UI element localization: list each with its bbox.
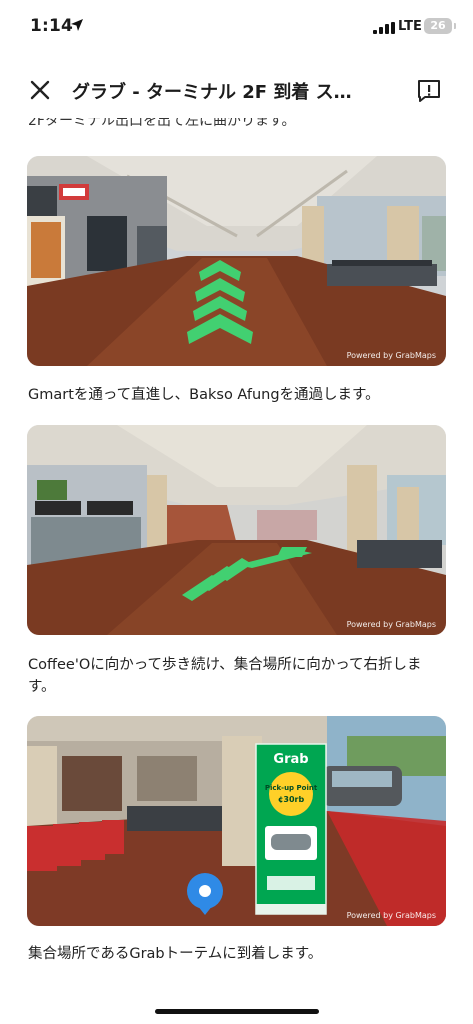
nav-header: グラブ - ターミナル 2F 到着 ス…: [0, 62, 473, 118]
report-icon[interactable]: [414, 76, 444, 106]
battery-level: 26: [430, 19, 446, 32]
step-3-text: 集合場所であるGrabトーテムに到着します。: [28, 946, 323, 962]
battery-icon: 26: [424, 18, 452, 34]
step-0-text-partial: 2Fターミナル出口を出て左に曲がります。: [28, 118, 296, 129]
image-credit: Powered by GrabMaps: [346, 911, 436, 920]
close-icon[interactable]: [26, 76, 54, 104]
step-1-photo: Powered by GrabMaps: [27, 156, 446, 366]
totem-price: ¢30rb: [278, 795, 305, 804]
cellular-signal-icon: [373, 22, 395, 34]
status-bar: 1:14 LTE 26: [0, 0, 473, 50]
directions-list[interactable]: 2Fターミナル出口を出て左に曲がります。 Powered by GrabMaps…: [0, 118, 473, 1008]
image-credit: Powered by GrabMaps: [346, 620, 436, 629]
page-title: グラブ - ターミナル 2F 到着 ス…: [72, 82, 352, 103]
step-3-photo: Grab Pick-up Point ¢30rb Powered by Grab…: [27, 716, 446, 926]
battery-cap: [454, 23, 456, 29]
step-1-text: Gmartを通って直進し、Bakso Afungを通過します。: [28, 387, 380, 403]
status-time: 1:14: [30, 16, 74, 36]
step-2-text: Coffee'Oに向かって歩き続け、集合場所に向かって右折します。: [28, 657, 422, 695]
image-credit: Powered by GrabMaps: [346, 351, 436, 360]
network-type: LTE: [398, 19, 422, 34]
location-arrow-icon: [71, 19, 83, 31]
totem-brand: Grab: [273, 752, 308, 767]
totem-title: Pick-up Point: [265, 784, 318, 792]
home-indicator[interactable]: [155, 1009, 319, 1014]
step-2-photo: Powered by GrabMaps: [27, 425, 446, 635]
